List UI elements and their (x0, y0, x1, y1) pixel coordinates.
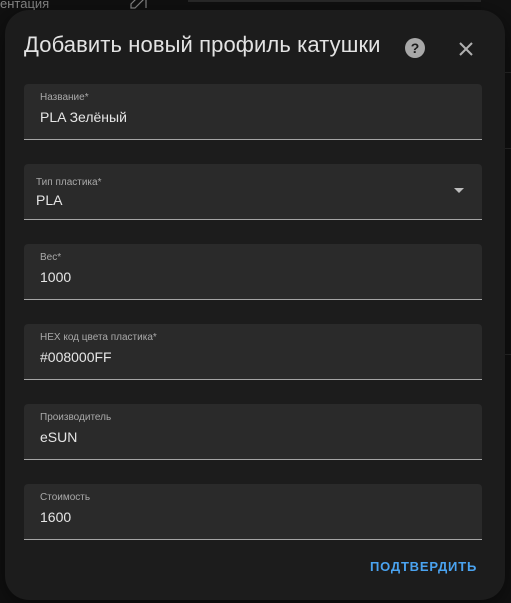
confirm-button[interactable]: ПОДТВЕРДИТЬ (370, 554, 477, 578)
question-circle-icon[interactable]: ? (404, 37, 426, 59)
hex-color-label: HEX код цвета пластика* (40, 332, 157, 343)
weight-label: Вес* (40, 252, 62, 263)
manufacturer-value: eSUN (40, 429, 78, 445)
dropdown-arrow-icon[interactable] (454, 188, 464, 194)
plastic-type-select[interactable]: Тип пластика* PLA (24, 164, 482, 220)
name-label: Название* (40, 92, 89, 103)
name-field[interactable]: Название* PLA Зелёный (24, 84, 482, 140)
manufacturer-label: Производитель (40, 412, 112, 423)
cost-field[interactable]: Стоимость 1600 (24, 484, 482, 540)
plastic-type-value: PLA (36, 192, 63, 208)
edit-icon (130, 0, 147, 9)
dialog-title: Добавить новый профиль катушки (24, 32, 381, 57)
plastic-type-label: Тип пластика* (36, 177, 102, 188)
cost-value: 1600 (40, 509, 72, 525)
hex-color-field[interactable]: HEX код цвета пластика* #008000FF (24, 324, 482, 380)
cost-label: Стоимость (40, 492, 91, 503)
hex-color-value: #008000FF (40, 349, 112, 365)
weight-field[interactable]: Вес* 1000 (24, 244, 482, 300)
manufacturer-field[interactable]: Производитель eSUN (24, 404, 482, 460)
add-spool-profile-dialog: Добавить новый профиль катушки ? Названи… (5, 10, 505, 600)
name-value: PLA Зелёный (40, 109, 127, 125)
svg-text:?: ? (411, 40, 420, 56)
close-icon[interactable] (455, 38, 477, 60)
weight-value: 1000 (40, 269, 72, 285)
background-divider (188, 0, 511, 2)
